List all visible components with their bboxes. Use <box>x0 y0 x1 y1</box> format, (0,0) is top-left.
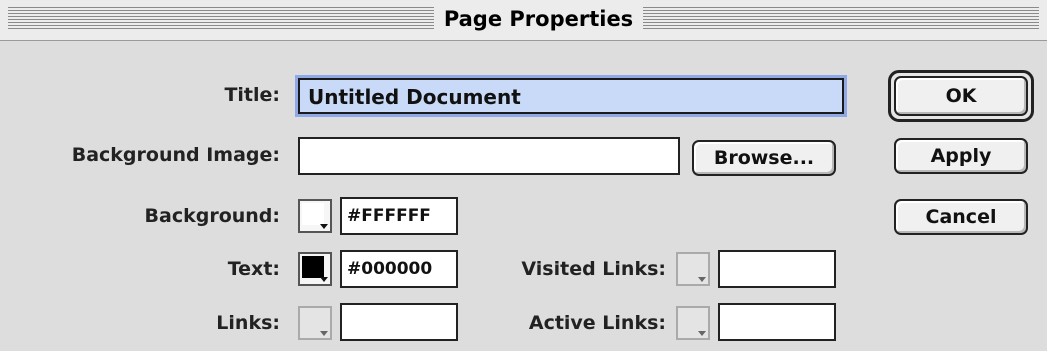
links-hex-input[interactable] <box>340 303 458 341</box>
window-title: Page Properties <box>434 4 643 34</box>
title-input[interactable]: Untitled Document <box>298 78 844 114</box>
background-image-label: Background Image: <box>71 144 280 166</box>
background-image-input[interactable] <box>298 137 680 175</box>
active-links-hex-input[interactable] <box>718 303 836 341</box>
title-input-value: Untitled Document <box>308 85 521 109</box>
swatch-dropdown-arrow-icon <box>320 224 328 229</box>
title-bar-stripes-right <box>643 7 1039 31</box>
active-links-color-swatch[interactable] <box>676 306 710 340</box>
window-title-bar[interactable]: Page Properties <box>0 0 1047 41</box>
swatch-dropdown-arrow-icon <box>320 331 328 336</box>
links-color-swatch[interactable] <box>298 306 332 340</box>
background-hex-input[interactable]: #FFFFFF <box>340 197 458 235</box>
background-hex-value: #FFFFFF <box>347 206 431 226</box>
swatch-dropdown-arrow-icon <box>698 277 706 282</box>
text-hex-input[interactable]: #000000 <box>340 250 458 288</box>
links-label: Links: <box>216 312 280 334</box>
background-color-fill <box>302 203 324 225</box>
ok-button[interactable]: OK <box>894 76 1028 116</box>
text-color-swatch[interactable] <box>298 252 332 286</box>
browse-button[interactable]: Browse... <box>692 140 836 176</box>
text-hex-value: #000000 <box>347 259 433 279</box>
title-bar-stripes-left <box>8 7 434 31</box>
text-label: Text: <box>227 258 280 280</box>
text-color-fill <box>302 256 324 278</box>
title-label: Title: <box>224 84 280 106</box>
active-links-label: Active Links: <box>528 312 666 334</box>
background-label: Background: <box>144 205 280 227</box>
visited-links-hex-input[interactable] <box>718 250 836 288</box>
background-color-swatch[interactable] <box>298 199 332 233</box>
cancel-button[interactable]: Cancel <box>894 199 1028 235</box>
visited-links-label: Visited Links: <box>521 258 666 280</box>
apply-button[interactable]: Apply <box>894 138 1028 174</box>
visited-links-color-swatch[interactable] <box>676 252 710 286</box>
swatch-dropdown-arrow-icon <box>320 277 328 282</box>
swatch-dropdown-arrow-icon <box>698 331 706 336</box>
